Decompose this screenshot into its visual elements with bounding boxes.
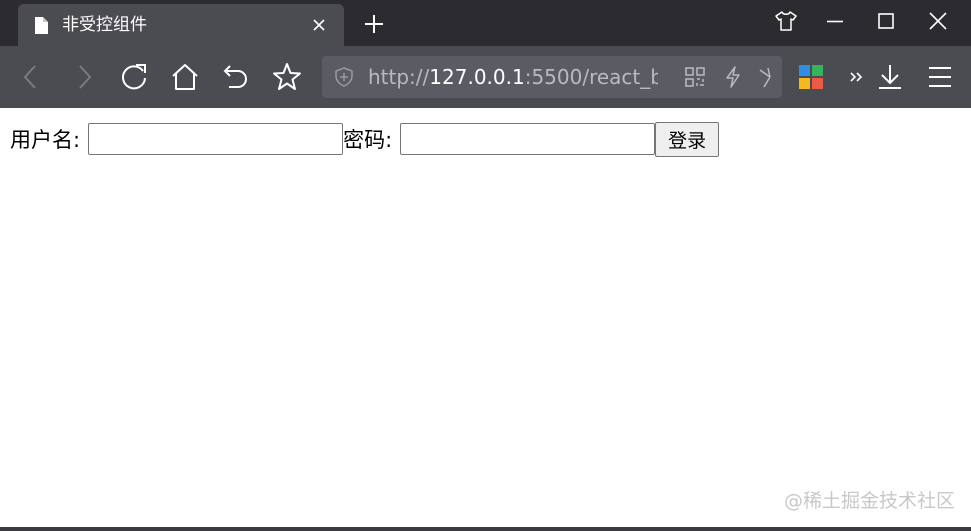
browser-tab[interactable]: 非受控组件 bbox=[18, 4, 344, 46]
username-label: 用户名: bbox=[10, 128, 81, 152]
qr-code-icon[interactable] bbox=[684, 66, 706, 88]
bookmark-star-icon[interactable] bbox=[269, 59, 305, 95]
address-bar[interactable]: http://127.0.0.1:5500/react_ba bbox=[322, 56, 782, 98]
tab-title: 非受控组件 bbox=[62, 15, 147, 35]
browser-tab-strip: 非受控组件 bbox=[0, 0, 971, 46]
url-path: :5500/react_ba bbox=[524, 65, 658, 89]
undo-close-tab-icon[interactable] bbox=[218, 59, 254, 95]
url-scheme: http:// bbox=[368, 65, 430, 89]
reader-mode-icon[interactable] bbox=[754, 66, 776, 88]
bottom-edge bbox=[0, 527, 971, 531]
login-button[interactable]: 登录 bbox=[655, 121, 720, 157]
password-input[interactable] bbox=[400, 123, 656, 155]
reload-icon[interactable] bbox=[116, 59, 152, 95]
home-icon[interactable] bbox=[167, 59, 203, 95]
apps-grid-icon[interactable] bbox=[793, 59, 829, 95]
back-icon[interactable] bbox=[13, 59, 49, 95]
url-host: 127.0.0.1 bbox=[429, 65, 525, 89]
username-input[interactable] bbox=[88, 123, 344, 155]
close-window-icon[interactable] bbox=[921, 6, 955, 36]
password-label: 密码: bbox=[343, 128, 393, 152]
skin-shirt-icon[interactable] bbox=[769, 6, 803, 36]
forward-icon[interactable] bbox=[66, 59, 102, 95]
url-text[interactable]: http://127.0.0.1:5500/react_ba bbox=[368, 56, 658, 98]
login-form: 用户名: 密码: 登录 bbox=[10, 121, 720, 157]
page-content: 用户名: 密码: 登录 @稀土掘金技术社区 bbox=[0, 108, 971, 527]
document-icon bbox=[34, 17, 48, 34]
tab-close-icon[interactable] bbox=[309, 15, 329, 35]
maximize-icon[interactable] bbox=[869, 6, 903, 36]
download-icon[interactable] bbox=[872, 59, 908, 95]
new-tab-icon[interactable] bbox=[360, 10, 388, 38]
menu-icon[interactable] bbox=[922, 59, 958, 95]
browser-toolbar: http://127.0.0.1:5500/react_ba bbox=[0, 46, 971, 108]
watermark: @稀土掘金技术社区 bbox=[783, 490, 955, 512]
security-shield-icon[interactable] bbox=[334, 67, 354, 87]
more-extensions-icon[interactable] bbox=[838, 59, 874, 95]
lightning-icon[interactable] bbox=[722, 66, 744, 88]
minimize-icon[interactable] bbox=[818, 6, 852, 36]
